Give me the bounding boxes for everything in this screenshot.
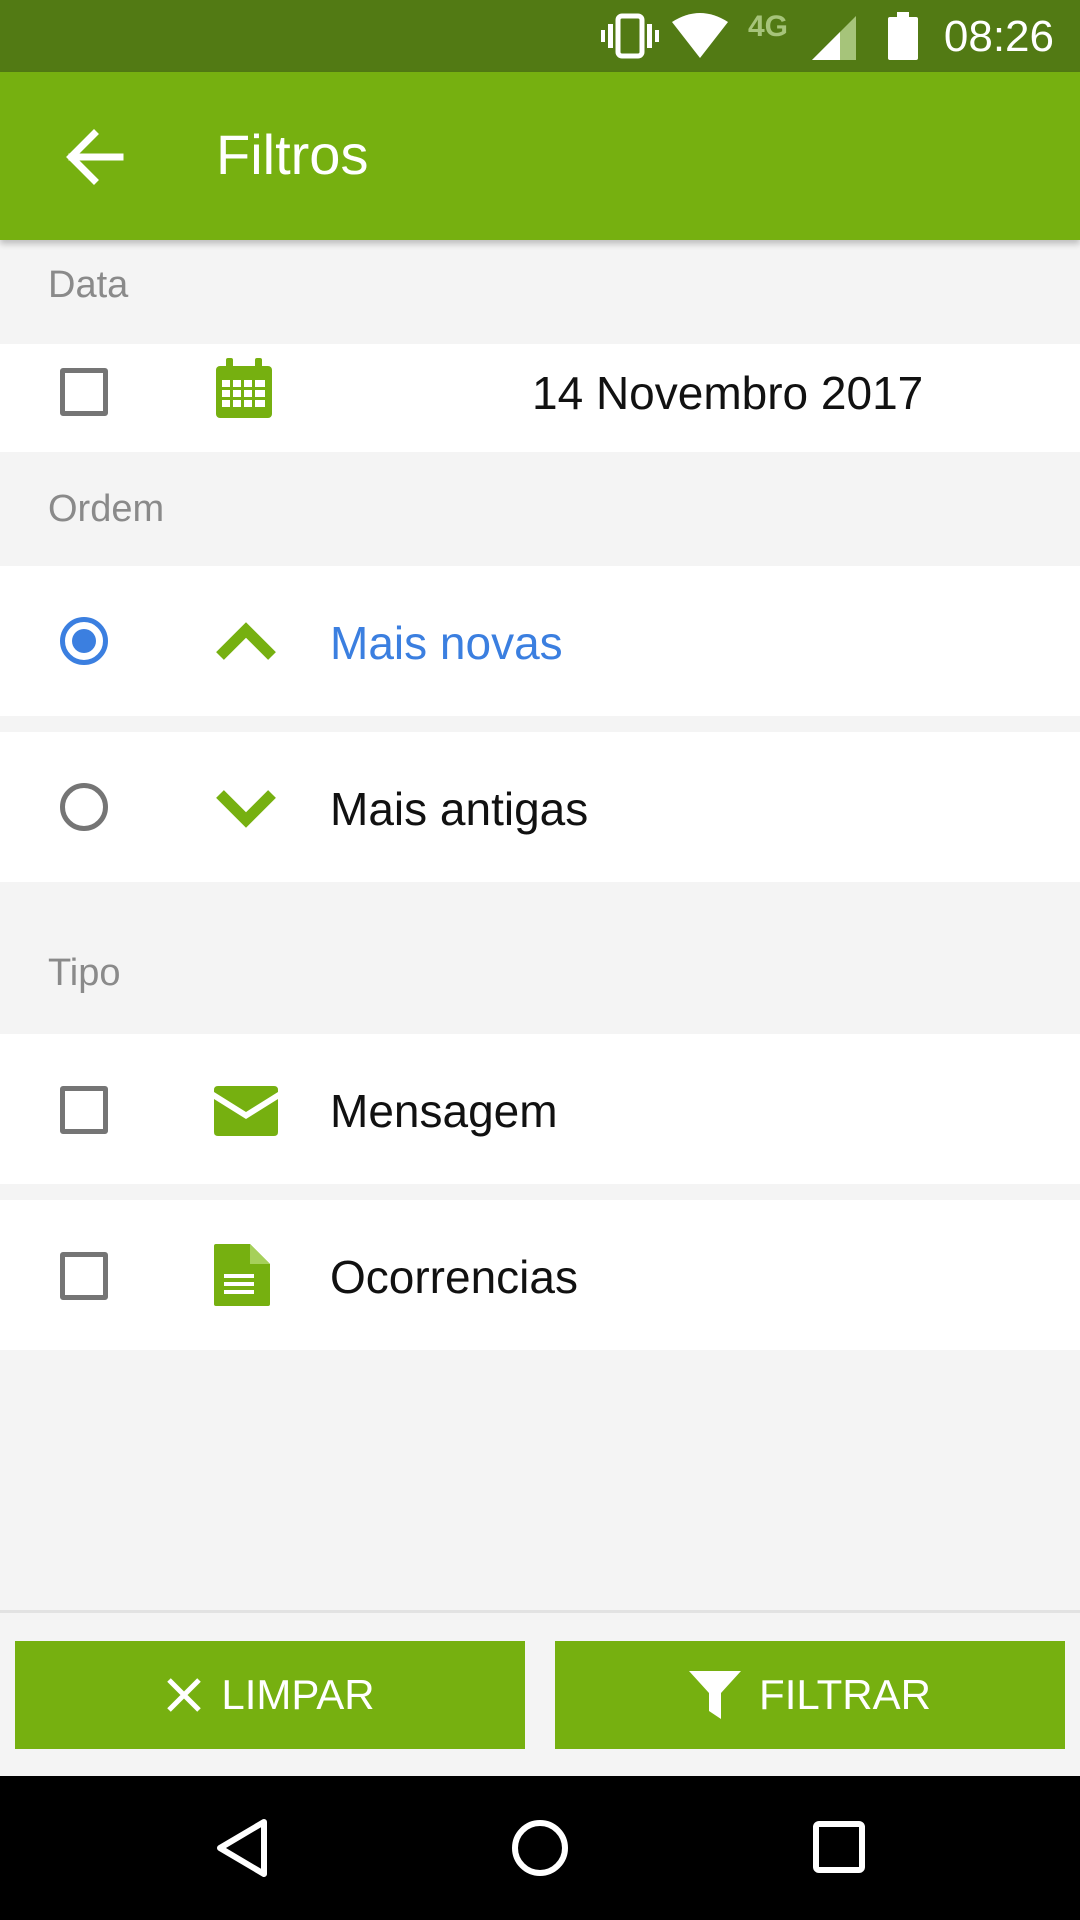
section-header-type: Tipo	[0, 882, 1080, 1034]
occurrences-checkbox[interactable]	[60, 1252, 108, 1300]
chevron-down-icon	[216, 790, 276, 828]
section-label-type: Tipo	[48, 952, 121, 994]
document-icon	[214, 1244, 270, 1306]
clear-button[interactable]: LIMPAR	[15, 1641, 525, 1749]
date-value[interactable]: 14 Novembro 2017	[532, 366, 923, 420]
section-header-date: Data	[0, 240, 1080, 344]
system-nav-bar	[0, 1776, 1080, 1920]
order-option-newest[interactable]: Mais novas	[0, 566, 1080, 716]
order-label-newest: Mais novas	[330, 617, 563, 669]
close-icon	[167, 1678, 202, 1712]
radio-oldest[interactable]	[60, 783, 108, 831]
order-label-oldest: Mais antigas	[330, 783, 589, 835]
back-button[interactable]	[50, 112, 140, 202]
signal-icon	[812, 16, 856, 60]
status-time: 08:26	[943, 12, 1054, 61]
nav-home-icon[interactable]	[510, 1818, 570, 1878]
section-label-date: Data	[48, 264, 129, 306]
date-row[interactable]: 14 Novembro 2017	[0, 344, 1080, 452]
vibrate-icon	[601, 13, 659, 59]
chevron-up-icon	[216, 622, 276, 660]
radio-newest-dot	[72, 629, 96, 653]
type-label-message: Mensagem	[330, 1085, 558, 1137]
calendar-icon	[216, 358, 272, 418]
type-option-message[interactable]: Mensagem	[0, 1034, 1080, 1184]
type-label-occurrences: Ocorrencias	[330, 1251, 578, 1303]
section-header-order: Ordem	[0, 452, 1080, 566]
filter-icon	[689, 1671, 742, 1719]
message-checkbox[interactable]	[60, 1086, 108, 1134]
filter-button[interactable]: FILTRAR	[555, 1641, 1065, 1749]
clear-button-label: LIMPAR	[221, 1671, 375, 1718]
app-bar: Filtros	[0, 72, 1080, 240]
nav-recents-icon[interactable]	[812, 1820, 868, 1876]
envelope-icon	[214, 1086, 278, 1136]
battery-icon	[888, 12, 918, 60]
status-bar: 4G 08:26	[0, 0, 1080, 72]
wifi-icon	[672, 13, 728, 58]
page-title: Filtros	[216, 123, 369, 186]
section-label-order: Ordem	[48, 488, 165, 530]
type-option-occurrences[interactable]: Ocorrencias	[0, 1200, 1080, 1350]
radio-newest[interactable]	[60, 617, 108, 665]
network-type-label: 4G	[748, 10, 789, 43]
filter-button-label: FILTRAR	[759, 1671, 931, 1718]
date-checkbox[interactable]	[60, 368, 108, 416]
order-option-oldest[interactable]: Mais antigas	[0, 732, 1080, 882]
nav-back-icon[interactable]	[214, 1818, 270, 1878]
arrow-back-icon	[66, 129, 124, 185]
